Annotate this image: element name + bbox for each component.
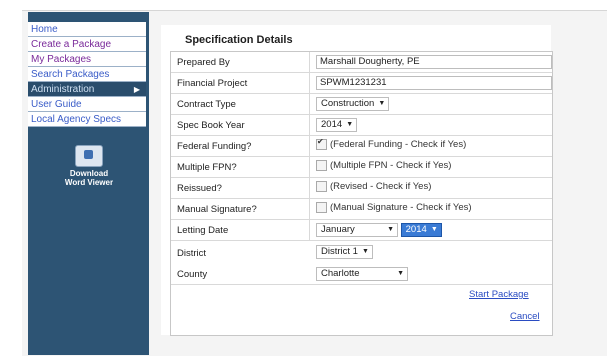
row-spec-book-year: Spec Book Year 2014 ▼: [171, 115, 552, 136]
county-select[interactable]: Charlotte ▼: [316, 267, 408, 281]
checkbox-checked-icon: [316, 137, 327, 150]
page-title: Specification Details: [185, 34, 293, 46]
select-value: January: [321, 224, 355, 235]
row-reissued: Reissued? (Revised - Check if Yes): [171, 178, 552, 199]
chevron-down-icon: ▼: [387, 226, 394, 233]
manual-signature-checkbox[interactable]: (Manual Signature - Check if Yes): [316, 202, 472, 213]
sidebar-item-create-package[interactable]: Create a Package: [28, 37, 146, 52]
sidebar-item-label: Search Packages: [31, 69, 110, 80]
chevron-down-icon: ▼: [346, 121, 354, 128]
word-document-icon: [75, 145, 103, 167]
select-value: 2014: [321, 119, 343, 130]
cancel-link[interactable]: Cancel: [510, 311, 540, 322]
letting-year-select[interactable]: 2014 ▼: [400, 223, 442, 237]
field-label: District: [177, 248, 207, 259]
checkbox-icon: [316, 202, 327, 213]
field-label: Reissued?: [177, 183, 222, 194]
sidebar-item-label: My Packages: [31, 54, 92, 65]
sidebar-item-my-packages[interactable]: My Packages: [28, 52, 146, 67]
sidebar-item-label: Local Agency Specs: [31, 114, 122, 125]
field-label: Contract Type: [177, 99, 236, 110]
divider: [309, 94, 310, 114]
checkbox-label: (Federal Funding - Check if Yes): [330, 139, 467, 150]
district-select[interactable]: District 1 ▼: [316, 245, 373, 259]
sidebar-item-label: Create a Package: [31, 39, 112, 50]
sidebar-nav: Home Create a Package My Packages Search…: [28, 22, 146, 127]
row-letting-date: Letting Date January ▼ 2014 ▼: [171, 220, 552, 241]
word-viewer-label: Word Viewer: [64, 178, 114, 187]
select-value: District 1: [321, 246, 358, 257]
contract-type-select[interactable]: Construction ▼: [316, 97, 390, 111]
chevron-down-icon: ▼: [362, 248, 369, 255]
sidebar-item-home[interactable]: Home: [28, 22, 146, 37]
specification-panel: Specification Details Prepared By Marsha…: [161, 25, 553, 336]
sidebar-item-local-agency-specs[interactable]: Local Agency Specs: [28, 112, 146, 127]
field-label: County: [177, 269, 208, 280]
letting-month-select[interactable]: January ▼: [316, 223, 398, 237]
divider: [309, 73, 310, 93]
prepared-by-input[interactable]: Marshall Dougherty, PE: [316, 55, 552, 69]
chevron-down-icon: ▼: [378, 100, 386, 107]
field-label: Prepared By: [177, 57, 230, 68]
field-label: Spec Book Year: [177, 120, 245, 131]
divider: [309, 52, 310, 72]
chevron-down-icon: ▼: [430, 226, 438, 233]
download-word-viewer-link[interactable]: Download Word Viewer: [46, 145, 132, 187]
multiple-fpn-checkbox[interactable]: (Multiple FPN - Check if Yes): [316, 160, 451, 171]
checkbox-label: (Manual Signature - Check if Yes): [330, 202, 472, 213]
select-value: Construction: [321, 98, 375, 109]
start-package-link[interactable]: Start Package: [469, 289, 529, 300]
row-financial-project: Financial Project SPWM1231231: [171, 73, 552, 94]
specification-form: Prepared By Marshall Dougherty, PE Finan…: [170, 51, 553, 336]
field-label: Multiple FPN?: [177, 162, 237, 173]
sidebar-item-search-packages[interactable]: Search Packages: [28, 67, 146, 82]
divider: [309, 157, 310, 177]
divider: [309, 136, 310, 156]
row-district: District District 1 ▼: [171, 242, 552, 262]
field-label: Manual Signature?: [177, 204, 257, 215]
divider: [309, 220, 310, 240]
select-value: Charlotte: [321, 268, 360, 279]
sidebar-item-label: Home: [31, 24, 58, 35]
sidebar-item-administration[interactable]: Administration ▶: [28, 82, 146, 97]
divider: [309, 199, 310, 219]
row-county: County Charlotte ▼: [171, 264, 552, 285]
spec-book-year-select[interactable]: 2014 ▼: [316, 118, 358, 132]
chevron-right-icon: ▶: [133, 85, 140, 94]
checkbox-label: (Multiple FPN - Check if Yes): [330, 160, 452, 171]
checkbox-icon: [316, 181, 327, 192]
row-contract-type: Contract Type Construction ▼: [171, 94, 552, 115]
sidebar-item-label: User Guide: [31, 99, 82, 110]
financial-project-input[interactable]: SPWM1231231: [316, 76, 552, 90]
field-label: Financial Project: [177, 78, 248, 89]
chevron-down-icon: ▼: [397, 270, 404, 277]
row-multiple-fpn: Multiple FPN? (Multiple FPN - Check if Y…: [171, 157, 552, 178]
sidebar-item-user-guide[interactable]: User Guide: [28, 97, 146, 112]
divider: [309, 115, 310, 135]
reissued-checkbox[interactable]: (Revised - Check if Yes): [316, 181, 431, 192]
sidebar-item-label: Administration: [31, 84, 95, 95]
checkbox-icon: [316, 160, 327, 171]
select-value: 2014: [405, 224, 427, 235]
row-manual-signature: Manual Signature? (Manual Signature - Ch…: [171, 199, 552, 220]
row-federal-funding: Federal Funding? (Federal Funding - Chec…: [171, 136, 552, 157]
field-label: Letting Date: [177, 225, 229, 236]
field-label: Federal Funding?: [177, 141, 252, 152]
sidebar: Home Create a Package My Packages Search…: [28, 12, 149, 355]
divider: [309, 178, 310, 198]
federal-funding-checkbox[interactable]: (Federal Funding - Check if Yes): [316, 137, 467, 150]
row-prepared-by: Prepared By Marshall Dougherty, PE: [171, 52, 552, 73]
download-label: Download: [69, 169, 109, 178]
checkbox-label: (Revised - Check if Yes): [330, 181, 432, 192]
